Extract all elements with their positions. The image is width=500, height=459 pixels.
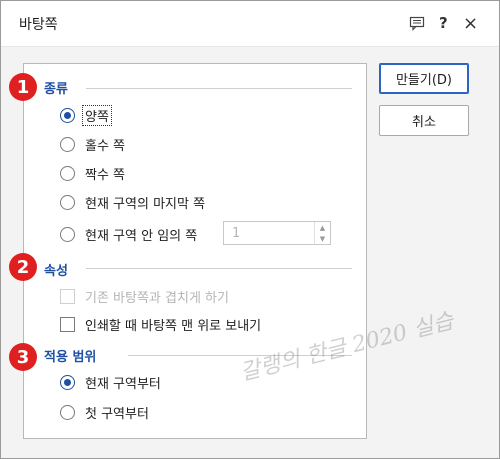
section-scope-label: 적용 범위 <box>44 350 97 365</box>
comment-icon[interactable] <box>409 13 425 33</box>
kind-option-any-page[interactable]: 현재 구역 안 임의 쪽 <box>60 224 197 244</box>
checkbox[interactable] <box>60 316 75 332</box>
spinner-value: 1 <box>232 226 241 241</box>
option-label: 홀수 쪽 <box>85 138 126 154</box>
checkbox <box>60 288 75 304</box>
option-label: 현재 구역의 마지막 쪽 <box>85 196 206 212</box>
radio-button[interactable] <box>60 374 75 390</box>
page-number-spinner: 1 ▲ ▼ <box>223 221 331 245</box>
kind-option-odd[interactable]: 홀수 쪽 <box>60 134 125 154</box>
scope-option-first[interactable]: 첫 구역부터 <box>60 402 149 422</box>
close-icon[interactable]: × <box>463 13 478 34</box>
option-label: 첫 구역부터 <box>85 406 149 422</box>
kind-option-both[interactable]: 양쪽 <box>60 104 112 126</box>
section-3-badge: 3 <box>9 343 37 371</box>
section-kind-header: 종류 <box>44 78 68 97</box>
dialog-title: 바탕쪽 <box>19 17 58 33</box>
spinner-up-icon: ▲ <box>319 223 326 232</box>
section-scope-header: 적용 범위 <box>44 346 96 365</box>
option-label: 기존 바탕쪽과 겹치게 하기 <box>85 290 229 306</box>
section-2-badge: 2 <box>9 253 37 281</box>
kind-option-even[interactable]: 짝수 쪽 <box>60 163 125 183</box>
radio-button[interactable] <box>60 107 75 123</box>
section-1-badge: 1 <box>9 73 37 101</box>
section-props-label: 속성 <box>44 264 68 279</box>
section-props-divider <box>86 268 352 269</box>
options-panel: 종류 양쪽 홀수 쪽 짝수 쪽 현재 구역의 마지막 쪽 현재 구역 안 임의 … <box>23 63 367 439</box>
radio-button[interactable] <box>60 404 75 420</box>
prop-overlap-existing: 기존 바탕쪽과 겹치게 하기 <box>60 286 229 306</box>
section-kind-label: 종류 <box>44 82 68 97</box>
option-label: 현재 구역부터 <box>85 376 161 392</box>
radio-button[interactable] <box>60 136 75 152</box>
option-label: 현재 구역 안 임의 쪽 <box>85 228 198 244</box>
spinner-down-icon: ▼ <box>319 234 326 243</box>
option-label: 인쇄할 때 바탕쪽 맨 위로 보내기 <box>85 318 262 334</box>
kind-option-last-page[interactable]: 현재 구역의 마지막 쪽 <box>60 192 205 212</box>
cancel-button[interactable]: 취소 <box>379 105 469 136</box>
prop-send-to-top[interactable]: 인쇄할 때 바탕쪽 맨 위로 보내기 <box>60 314 261 334</box>
section-kind-divider <box>86 88 352 89</box>
create-button[interactable]: 만들기(D) <box>379 63 469 94</box>
radio-button[interactable] <box>60 226 75 242</box>
help-icon[interactable]: ? <box>439 13 448 33</box>
option-label: 양쪽 <box>82 104 112 126</box>
spinner-arrows: ▲ ▼ <box>314 222 330 244</box>
scope-option-current[interactable]: 현재 구역부터 <box>60 372 161 392</box>
title-bar: 바탕쪽 ? × <box>1 1 499 47</box>
dialog-window: 바탕쪽 ? × 종류 양쪽 홀수 쪽 짝수 쪽 현재 구역의 마지막 쪽 현재 … <box>0 0 500 459</box>
section-props-header: 속성 <box>44 260 68 279</box>
radio-button[interactable] <box>60 165 75 181</box>
radio-button[interactable] <box>60 194 75 210</box>
option-label: 짝수 쪽 <box>85 167 126 183</box>
